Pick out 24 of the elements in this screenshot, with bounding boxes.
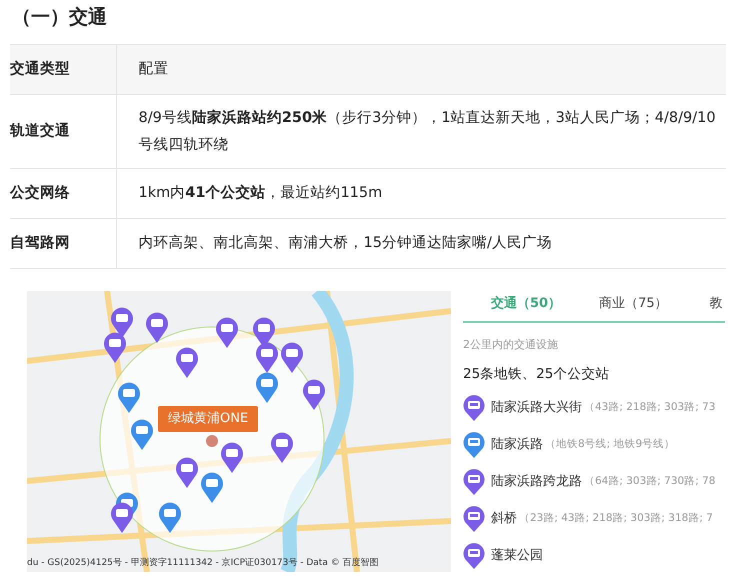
tab[interactable]: 商业（75） (599, 294, 668, 321)
stop-lines: （23路; 43路; 218路; 303路; 318路; 7 (519, 510, 713, 526)
table-cell: 1km内41个公交站，最近站约115m (116, 168, 726, 218)
stop-name[interactable]: 陆家浜路跨龙路 (491, 472, 582, 492)
table-cell: 8/9号线陆家浜路站约250米（步行3分钟），1站直达新天地，3站人民广场；4/8/9/10号线四轨环绕 (116, 94, 726, 168)
table-cell: 公交网络 (10, 168, 116, 218)
stop-lines: （地铁8号线; 地铁9号线） (545, 436, 676, 452)
stop-name[interactable]: 蓬莱公园 (491, 546, 543, 566)
panel-summary: 25条地铁、25个公交站 (463, 364, 610, 384)
map-attribution: du - GS(2025)4125号 - 甲测资字11111342 - 京ICP证030173号 - Data © 百度智图 (27, 556, 379, 570)
panel-subtitle: 2公里内的交通设施 (463, 337, 559, 353)
stop-name[interactable]: 陆家浜路 (491, 435, 543, 454)
tab[interactable]: 教 (710, 294, 723, 321)
table-cell: 自驾路网 (10, 218, 116, 268)
stop-lines: （43路; 218路; 303路; 73 (584, 400, 716, 415)
stop-name[interactable]: 陆家浜路大兴街 (491, 398, 582, 418)
stop-lines: （64路; 303路; 730路; 78 (584, 474, 716, 489)
table-cell: 轨道交通 (10, 94, 116, 168)
table-cell: 内环高架、南北高架、南浦大桥，15分钟通达陆家嘴/人民广场 (116, 218, 726, 268)
map-callout: 绿城黄浦ONE (158, 406, 258, 432)
stop-name[interactable]: 斜桥 (491, 509, 517, 528)
column-header: 交通类型 (10, 44, 116, 94)
section-heading: （一）交通 (12, 5, 108, 30)
column-header: 配置 (116, 44, 726, 94)
